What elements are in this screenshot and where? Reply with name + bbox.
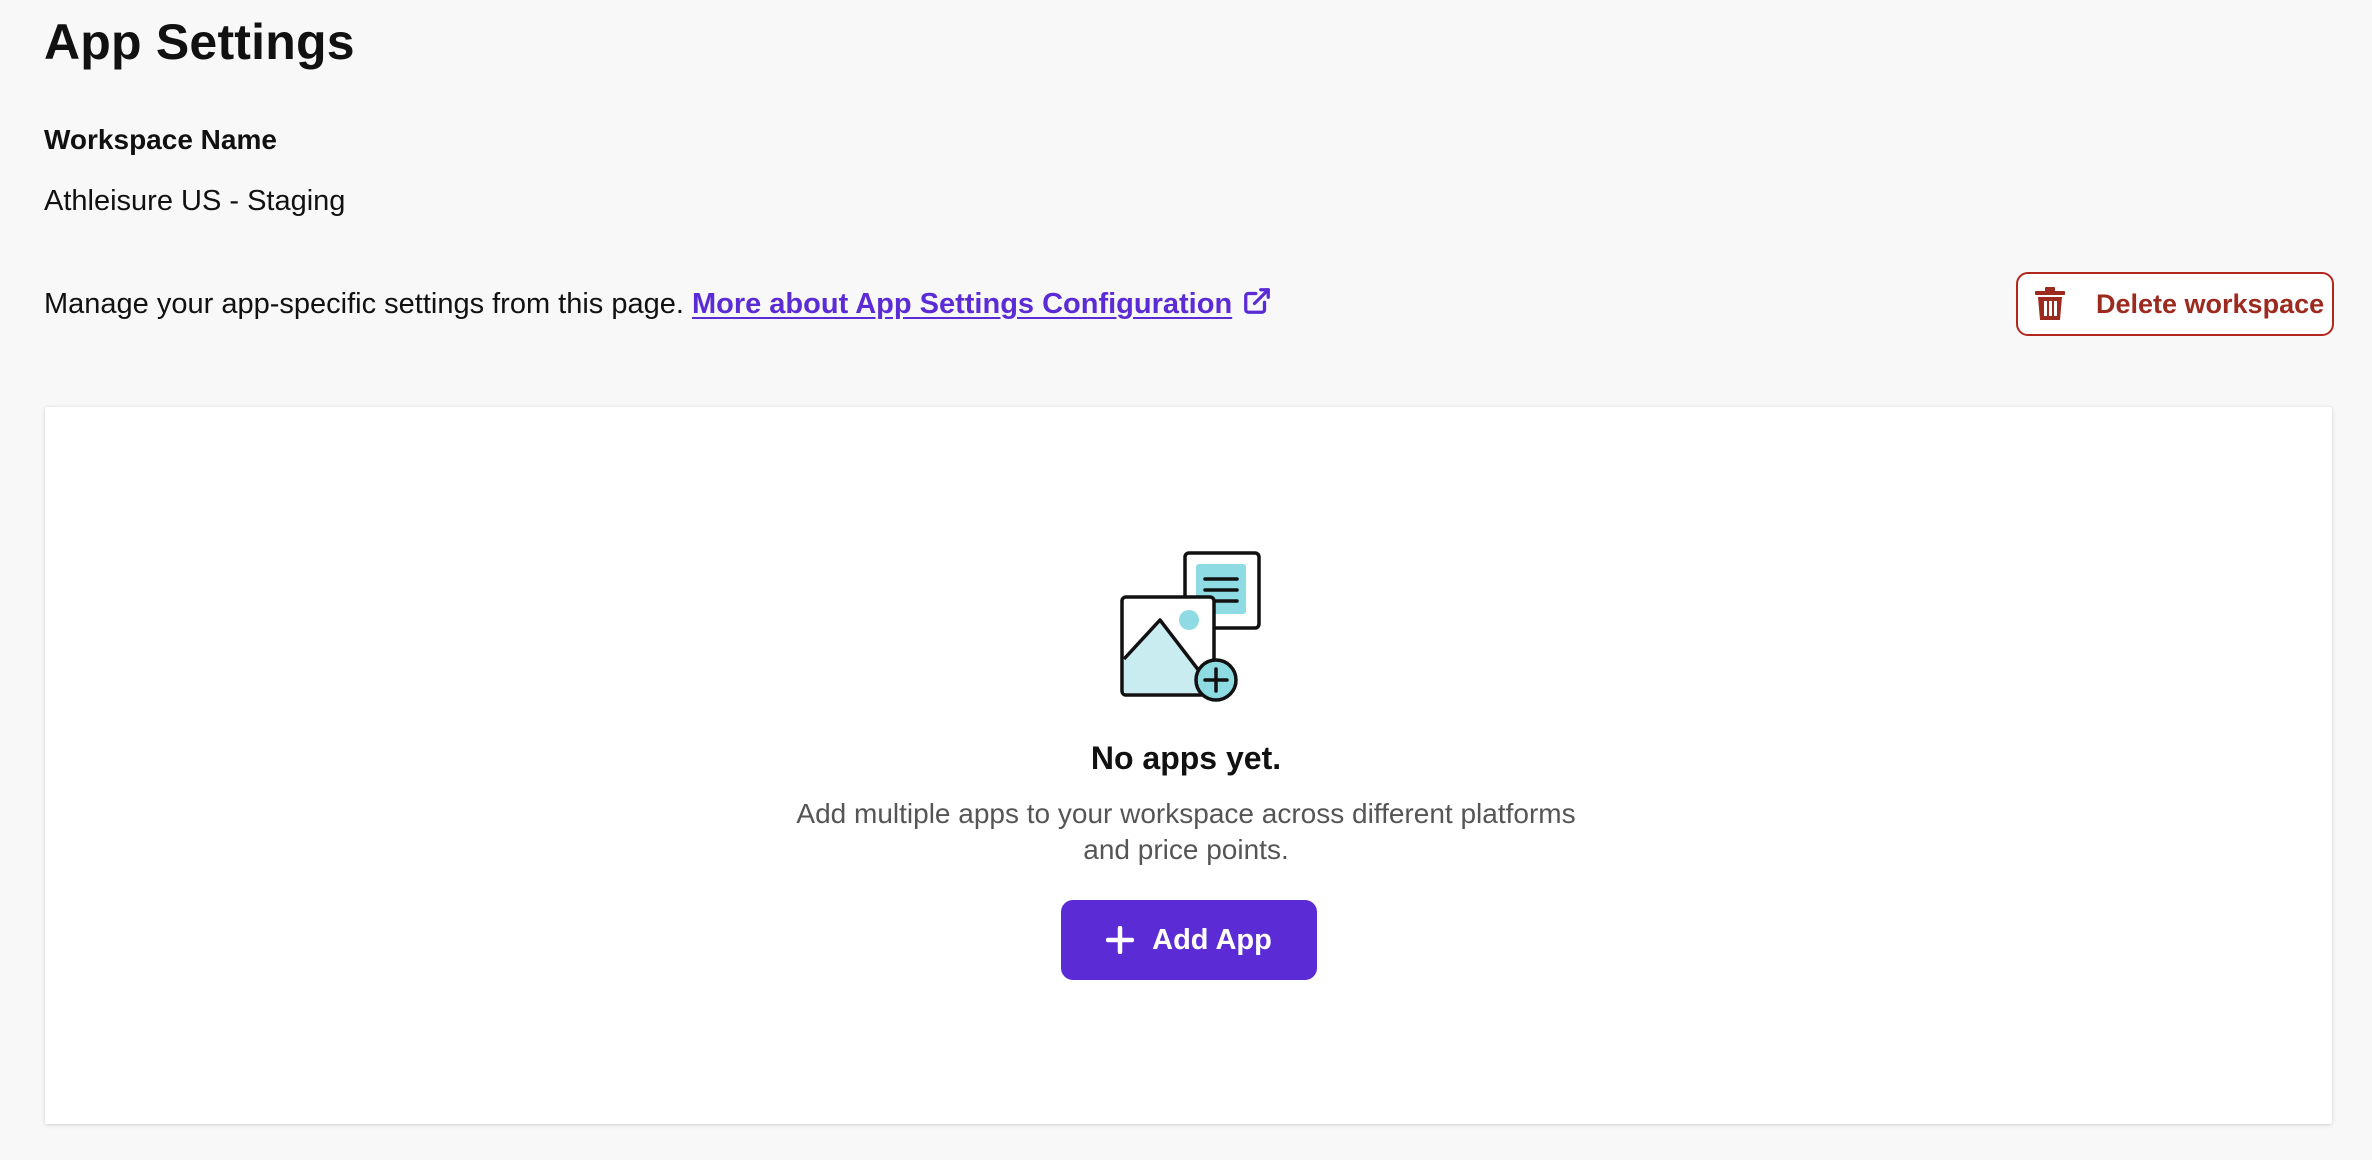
empty-state-title: No apps yet. [1090,740,1282,776]
add-app-button[interactable]: Add App [1061,900,1317,980]
app-settings-help-link[interactable]: More about App Settings Configuration [692,282,1232,326]
workspace-name-value: Athleisure US - Staging [44,185,346,217]
delete-workspace-label: Delete workspace [2096,288,2325,319]
delete-workspace-button[interactable]: Delete workspace [2016,272,2334,336]
manage-settings-text: Manage your app-specific settings from t… [44,288,684,320]
workspace-name-label: Workspace Name [44,124,277,155]
manage-settings-row: Manage your app-specific settings from t… [44,282,1272,326]
trash-icon [2035,287,2065,320]
add-app-label: Add App [1152,923,1272,956]
plus-icon [1106,926,1135,954]
page-title: App Settings [44,14,355,70]
add-media-illustration [1120,551,1261,702]
external-link-icon[interactable] [1242,286,1272,316]
empty-state-description: Add multiple apps to your workspace acro… [796,798,1576,865]
